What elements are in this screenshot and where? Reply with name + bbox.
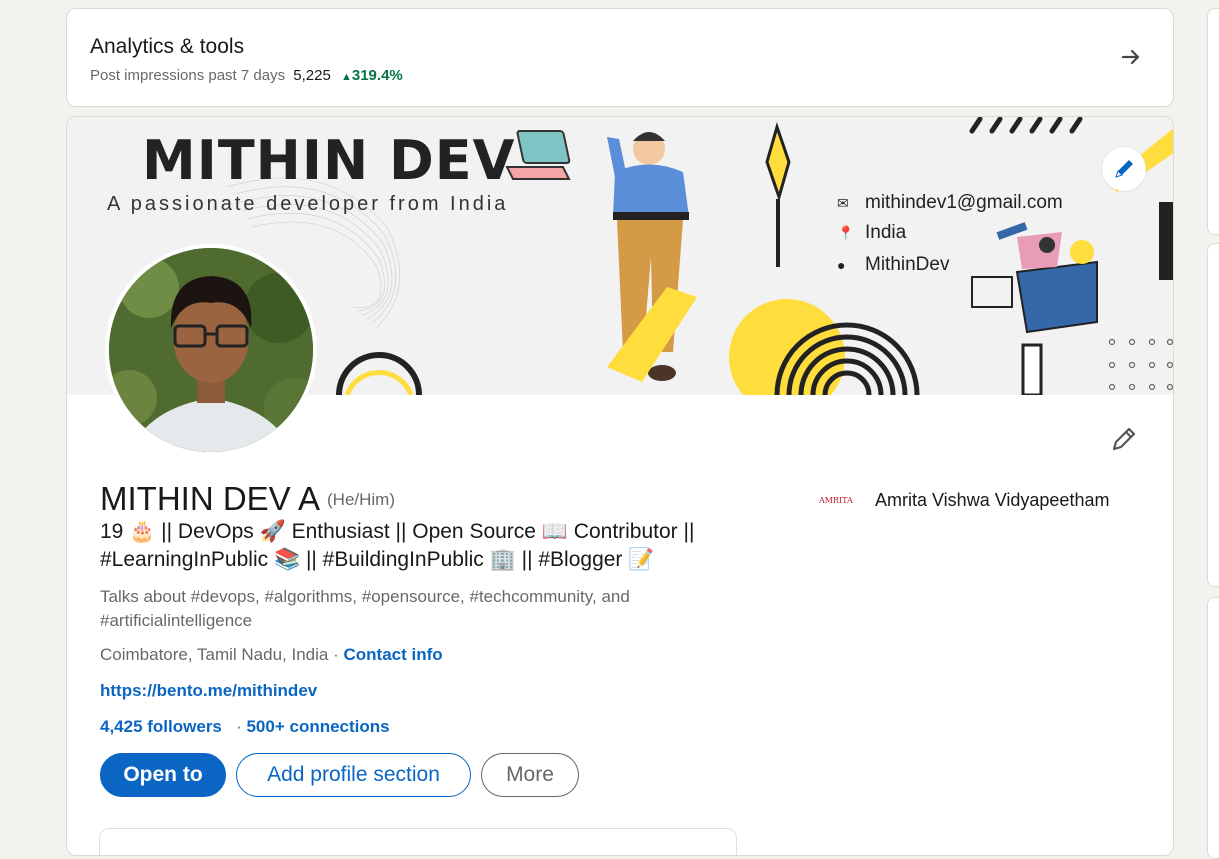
analytics-card[interactable]: Analytics & tools Post impressions past … — [66, 8, 1174, 107]
arrow-right-icon[interactable] — [1119, 45, 1143, 69]
headline-line-2: #LearningInPublic 📚 || #BuildingInPublic… — [100, 548, 655, 571]
talks-about: Talks about #devops, #algorithms, #opens… — [100, 587, 630, 630]
banner-email: ✉ mithindev1@gmail.com — [837, 192, 1063, 213]
pencil-icon — [1115, 160, 1133, 178]
banner-name: MITHIN DEV — [142, 129, 516, 192]
network-stats: 4,425 followers · 500+ connections — [100, 717, 390, 737]
education-link[interactable]: AMRITA Amrita Vishwa Vidyapeetham — [819, 490, 1109, 511]
headline: 19 🎂 || DevOps 🚀 Enthusiast || Open Sour… — [100, 518, 780, 574]
avatar-image — [109, 248, 313, 452]
right-rail-card — [1207, 8, 1219, 235]
headline-line-1: 19 🎂 || DevOps 🚀 Enthusiast || Open Sour… — [100, 520, 695, 543]
open-to-button[interactable]: Open to — [100, 753, 226, 797]
amrita-logo: AMRITA — [819, 496, 853, 506]
impressions-value: 5,225 — [293, 67, 331, 84]
banner-handle: ● MithinDev — [837, 254, 950, 275]
location-pin-icon: 📍 — [837, 225, 855, 241]
edit-intro-pencil-icon[interactable] — [1107, 422, 1141, 456]
more-button[interactable]: More — [481, 753, 579, 797]
trend-up-icon: ▲ — [340, 71, 352, 83]
analytics-title: Analytics & tools — [90, 35, 245, 58]
twitter-icon: ● — [837, 257, 846, 273]
banner-location: 📍 India — [837, 222, 907, 243]
followers-link[interactable]: 4,425 followers — [100, 717, 222, 736]
impressions-change: ▲319.4% — [340, 67, 403, 84]
location-line: Coimbatore, Tamil Nadu, India · Contact … — [100, 645, 443, 665]
edit-banner-button[interactable] — [1102, 147, 1146, 191]
separator-dot: · — [333, 645, 339, 664]
impressions-label: Post impressions past 7 days — [90, 67, 286, 84]
impressions-summary: Post impressions past 7 days 5,225 ▲319.… — [90, 67, 403, 84]
contact-info-link[interactable]: Contact info — [344, 645, 443, 664]
right-rail-card — [1207, 597, 1219, 859]
next-section-card — [99, 828, 737, 855]
website-link[interactable]: https://bento.me/mithindev — [100, 681, 317, 701]
education-name: Amrita Vishwa Vidyapeetham — [875, 490, 1110, 510]
pronouns: (He/Him) — [327, 490, 395, 509]
connections-link[interactable]: 500+ connections — [246, 717, 389, 736]
right-rail-card — [1207, 243, 1219, 587]
location-text: Coimbatore, Tamil Nadu, India — [100, 645, 329, 664]
profile-card: MITHIN DEV A passionate developer from I… — [66, 116, 1174, 856]
add-profile-section-button[interactable]: Add profile section — [236, 753, 471, 797]
profile-name: MITHIN DEV A — [100, 480, 321, 517]
separator-dot: · — [236, 717, 242, 736]
mail-icon: ✉ — [837, 195, 849, 211]
profile-photo[interactable] — [105, 244, 317, 456]
banner-tagline: A passionate developer from India — [107, 193, 509, 215]
